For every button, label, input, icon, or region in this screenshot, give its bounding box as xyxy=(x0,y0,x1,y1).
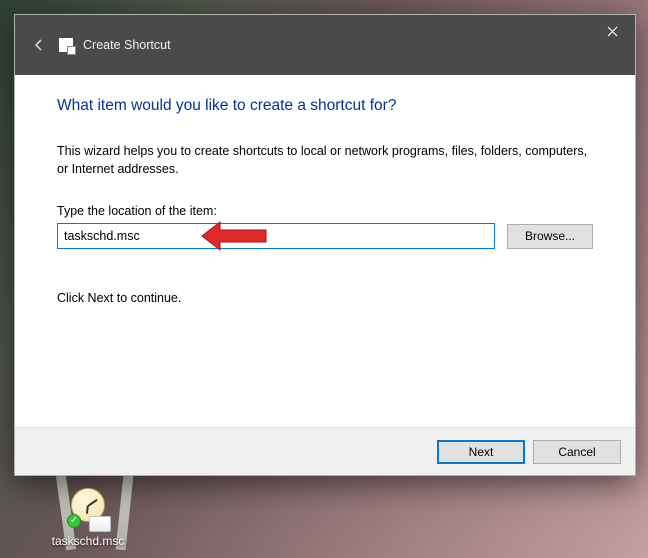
back-button[interactable] xyxy=(29,35,49,55)
next-button[interactable]: Next xyxy=(437,440,525,464)
create-shortcut-dialog: Create Shortcut What item would you like… xyxy=(14,14,636,476)
desktop-shortcut[interactable]: ✓ taskschd.msc xyxy=(50,488,126,548)
dialog-title: Create Shortcut xyxy=(83,38,171,52)
close-button[interactable] xyxy=(589,15,635,47)
desktop-shortcut-label: taskschd.msc xyxy=(50,534,126,548)
location-label: Type the location of the item: xyxy=(57,204,593,218)
titlebar: Create Shortcut xyxy=(15,15,635,75)
browse-button[interactable]: Browse... xyxy=(507,224,593,249)
wizard-icon xyxy=(59,38,73,52)
dialog-hint: Click Next to continue. xyxy=(57,291,593,305)
location-input[interactable] xyxy=(57,223,495,249)
dialog-heading: What item would you like to create a sho… xyxy=(57,97,593,115)
dialog-content: What item would you like to create a sho… xyxy=(15,75,635,427)
back-arrow-icon xyxy=(32,38,46,52)
dialog-description: This wizard helps you to create shortcut… xyxy=(57,143,593,178)
close-icon xyxy=(607,26,618,37)
task-scheduler-icon: ✓ xyxy=(67,488,109,530)
cancel-button[interactable]: Cancel xyxy=(533,440,621,464)
dialog-footer: Next Cancel xyxy=(15,427,635,475)
location-row: Browse... xyxy=(57,223,593,249)
